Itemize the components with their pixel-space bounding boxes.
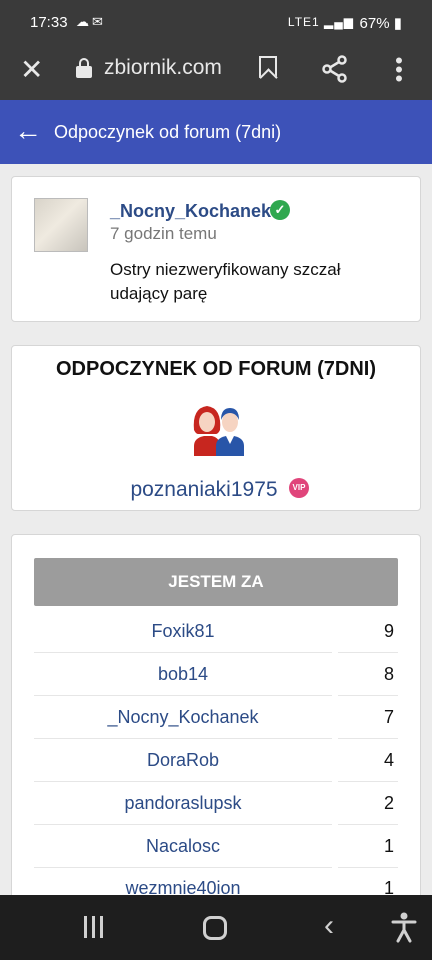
app-header: ← Odpoczynek od forum (7dni) — [0, 100, 432, 164]
system-nav-bar: ‹ — [0, 895, 432, 960]
voter-name[interactable]: _Nocny_Kochanek — [34, 696, 332, 739]
close-icon[interactable]: ✕ — [20, 56, 43, 84]
voter-name[interactable]: Foxik81 — [34, 610, 332, 653]
battery-percent: 67% — [359, 15, 390, 32]
vote-row: bob14 8 — [34, 653, 398, 696]
verified-check-icon: ✓ — [270, 200, 290, 220]
more-options-icon[interactable]: • • • — [392, 50, 406, 90]
browser-toolbar: ✕ zbiornik.com • • • — [0, 46, 432, 100]
network-label: LTE1 — [287, 15, 320, 29]
notification-icons: ☁✉ — [76, 14, 106, 29]
voter-name[interactable]: DoraRob — [34, 739, 332, 782]
vote-row: Foxik81 9 — [34, 610, 398, 653]
vote-count: 2 — [338, 782, 398, 825]
vote-count: 8 — [338, 653, 398, 696]
share-icon[interactable] — [320, 54, 350, 84]
vote-row: Nacalosc 1 — [34, 825, 398, 868]
post-author[interactable]: _Nocny_Kochanek — [110, 201, 271, 222]
voter-name[interactable]: pandoraslupsk — [34, 782, 332, 825]
couple-avatar-icon — [193, 406, 244, 456]
bookmark-icon[interactable] — [259, 56, 277, 78]
back-nav-icon[interactable]: ‹ — [324, 911, 334, 941]
votes-card: JESTEM ZA Foxik81 9 bob14 8 _Nocny_Kocha… — [11, 534, 421, 954]
home-icon[interactable] — [203, 916, 227, 940]
post-time: 7 godzin temu — [110, 224, 217, 243]
battery-indicator: 67% ▮ — [359, 15, 402, 32]
vote-row: _Nocny_Kochanek 7 — [34, 696, 398, 739]
vote-count: 4 — [338, 739, 398, 782]
forum-creator[interactable]: poznaniaki1975 — [12, 478, 396, 502]
vote-for-button[interactable]: JESTEM ZA — [34, 558, 398, 606]
vote-row: pandoraslupsk 2 — [34, 782, 398, 825]
avatar[interactable] — [34, 198, 88, 252]
vote-count: 9 — [338, 610, 398, 653]
back-arrow-icon[interactable]: ← — [14, 114, 42, 148]
lock-icon[interactable] — [76, 58, 92, 78]
accessibility-icon[interactable] — [390, 911, 418, 943]
forum-title: ODPOCZYNEK OD FORUM (7DNI) — [56, 358, 376, 380]
recent-apps-icon[interactable] — [82, 916, 106, 938]
vip-badge: VIP — [289, 478, 309, 498]
vote-row: DoraRob 4 — [34, 739, 398, 782]
url-bar[interactable]: zbiornik.com — [104, 56, 222, 80]
signal-icon: LTE1 ▂▄▆ — [287, 15, 354, 29]
voter-name[interactable]: bob14 — [34, 653, 332, 696]
status-time: 17:33 — [30, 14, 68, 31]
post-card: _Nocny_Kochanek ✓ 7 godzin temu Ostry ni… — [11, 176, 421, 322]
post-text: Ostry niezweryfikowany szczał udający pa… — [110, 260, 341, 303]
status-bar: 17:33 ☁✉ LTE1 ▂▄▆ 67% ▮ — [0, 0, 432, 46]
voter-name[interactable]: Nacalosc — [34, 825, 332, 868]
page-title: Odpoczynek od forum (7dni) — [54, 122, 282, 142]
vote-count: 7 — [338, 696, 398, 739]
vote-count: 1 — [338, 825, 398, 868]
forum-card: ODPOCZYNEK OD FORUM (7DNI) poznaniaki197… — [11, 345, 421, 511]
